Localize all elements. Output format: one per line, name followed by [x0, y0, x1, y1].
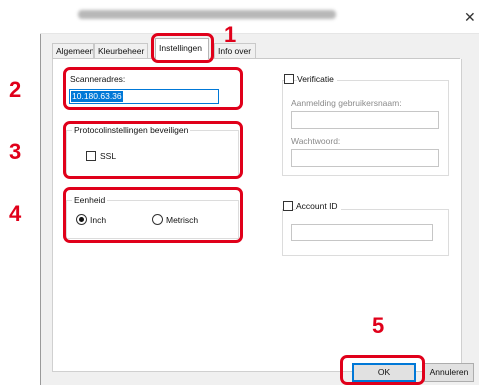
account-id-label: Account ID	[296, 201, 341, 211]
password-input[interactable]	[291, 149, 439, 167]
callout-box-ok	[340, 355, 425, 385]
verification-label: Verificatie	[297, 74, 337, 84]
tab-label: Instellingen	[159, 43, 203, 53]
password-label: Wachtwoord:	[291, 136, 341, 146]
verification-checkbox[interactable]	[284, 74, 294, 84]
callout-number-3: 3	[9, 139, 22, 164]
login-username-input[interactable]	[291, 111, 439, 129]
callout-number-1: 1	[224, 22, 237, 47]
callout-number-4: 4	[9, 201, 22, 226]
cancel-button[interactable]: Annuleren	[424, 363, 474, 382]
callout-number-5: 5	[372, 313, 385, 338]
tab-label: Kleurbeheer	[98, 46, 145, 56]
callout-box-scanner-address	[63, 67, 243, 110]
close-icon[interactable]: ✕	[464, 10, 476, 24]
window-title-blurred	[78, 10, 336, 19]
login-username-label: Aanmelding gebruikersnaam:	[291, 98, 402, 108]
callout-number-2: 2	[9, 77, 22, 102]
callout-box-security	[63, 121, 243, 179]
tab-label: Info over	[218, 46, 252, 56]
callout-box-unit	[63, 187, 243, 243]
account-id-checkbox[interactable]	[283, 201, 293, 211]
tab-kleurbeheer[interactable]: Kleurbeheer	[94, 43, 148, 58]
tab-label: Algemeen	[56, 46, 94, 56]
account-id-input[interactable]	[291, 224, 433, 241]
tab-algemeen[interactable]: Algemeen	[52, 43, 94, 58]
tab-instellingen[interactable]: Instellingen	[155, 38, 209, 59]
